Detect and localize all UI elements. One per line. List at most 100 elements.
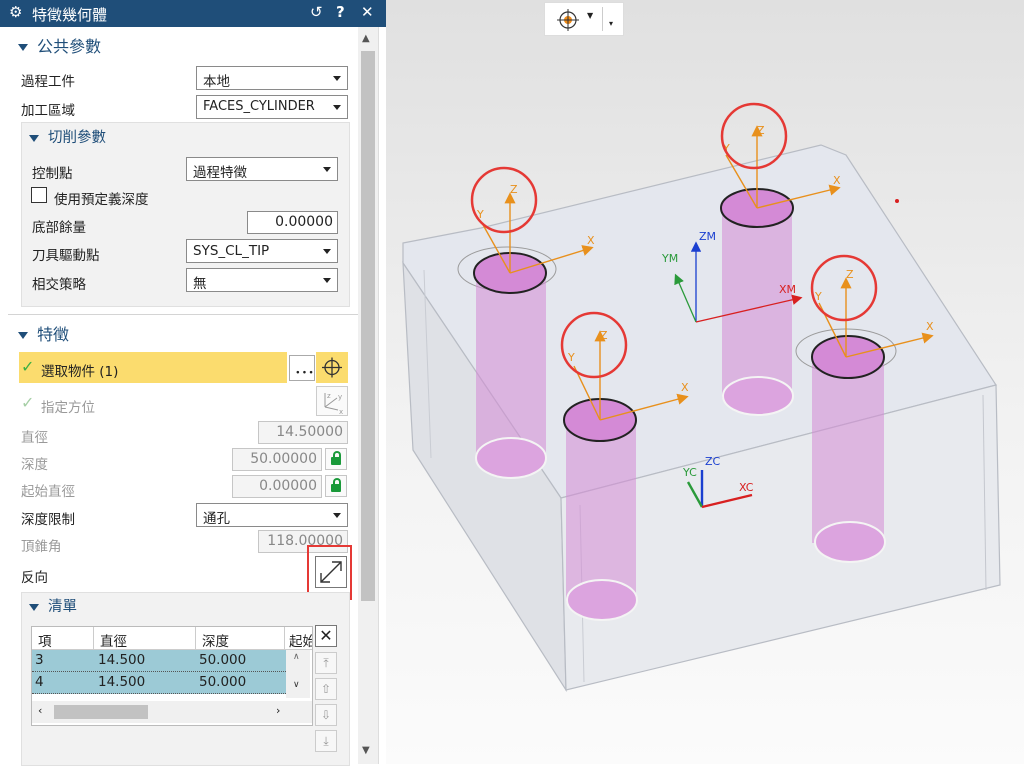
chevron-down-icon bbox=[323, 167, 331, 172]
start-diameter-input[interactable]: 0.00000 bbox=[232, 475, 322, 498]
feature-header[interactable]: 特徵 bbox=[18, 321, 69, 345]
move-bottom-icon: ⤓ bbox=[323, 734, 329, 748]
collapse-triangle-icon bbox=[29, 603, 39, 611]
svg-text:XM: XM bbox=[779, 283, 796, 296]
reverse-label: 反向 bbox=[21, 570, 48, 586]
control-point-select[interactable]: 過程特徵 bbox=[186, 157, 338, 181]
depth-input[interactable]: 50.00000 bbox=[232, 448, 322, 471]
chevron-down-icon bbox=[323, 249, 331, 254]
chevron-up-icon[interactable]: ∧ bbox=[293, 652, 300, 662]
hscroll-thumb[interactable] bbox=[54, 705, 148, 719]
column-header-depth[interactable]: 深度 bbox=[202, 630, 229, 650]
predefined-depth-checkbox[interactable] bbox=[31, 187, 47, 203]
scroll-down-icon[interactable]: ▼ bbox=[362, 745, 370, 756]
specify-orientation-label: 指定方位 bbox=[41, 400, 95, 416]
predefined-depth-label: 使用預定義深度 bbox=[54, 192, 149, 208]
panel-scrollbar[interactable]: ▲ ▼ bbox=[358, 27, 378, 764]
arrow-up-icon: ⇧ bbox=[320, 682, 332, 696]
chevron-right-icon[interactable]: › bbox=[276, 704, 280, 717]
column-header-start[interactable]: 起始 bbox=[289, 630, 312, 650]
svg-text:X: X bbox=[926, 320, 934, 333]
process-work-select[interactable]: 本地 bbox=[196, 66, 348, 90]
row-diameter-cell: 14.500 bbox=[98, 674, 146, 690]
arrow-down-icon: ⇩ bbox=[320, 708, 332, 722]
scrollbar-thumb[interactable] bbox=[361, 51, 375, 601]
column-divider bbox=[284, 627, 285, 649]
depth-limit-select[interactable]: 通孔 bbox=[196, 503, 348, 527]
svg-text:Z: Z bbox=[846, 268, 854, 281]
list-header[interactable]: 清單 bbox=[29, 595, 77, 616]
column-header-item[interactable]: 項 bbox=[38, 630, 52, 650]
reset-icon[interactable]: ↺ bbox=[310, 3, 323, 21]
intersection-strategy-label: 相交策略 bbox=[32, 277, 86, 293]
lock-icon bbox=[331, 478, 341, 492]
point-target-button[interactable] bbox=[316, 352, 348, 383]
tool-drive-point-select[interactable]: SYS_CL_TIP bbox=[186, 239, 338, 263]
graphics-viewport[interactable]: ▼ ▾ Z X Y Z X Y Z X Y Z X Y ZM YM XM ZC … bbox=[386, 0, 1024, 764]
move-top-button[interactable]: ⤒ bbox=[315, 652, 337, 674]
part-model-view: Z X Y Z X Y Z X Y Z X Y ZM YM XM ZC YC X… bbox=[402, 102, 1001, 693]
cutting-params-header[interactable]: 切削參數 bbox=[29, 126, 106, 147]
reverse-direction-button[interactable] bbox=[315, 556, 347, 588]
common-params-header[interactable]: 公共參數 bbox=[18, 33, 101, 57]
chevron-down-icon bbox=[333, 105, 341, 110]
hole-cylinder[interactable] bbox=[563, 398, 638, 621]
svg-text:Z: Z bbox=[757, 124, 765, 137]
svg-text:X: X bbox=[587, 234, 595, 247]
delete-row-button[interactable]: ✕ bbox=[315, 625, 337, 647]
start-diameter-lock-button[interactable] bbox=[325, 475, 347, 497]
tip-angle-label: 頂錐角 bbox=[21, 539, 62, 555]
chevron-down-icon bbox=[323, 278, 331, 283]
row-depth-cell: 50.000 bbox=[199, 652, 247, 668]
table-row[interactable] bbox=[32, 672, 286, 694]
floor-stock-input[interactable]: 0.00000 bbox=[247, 211, 338, 234]
row-item-cell: 4 bbox=[35, 674, 44, 690]
close-icon: ✕ bbox=[319, 626, 333, 645]
crosshair-icon bbox=[322, 357, 342, 378]
move-down-button[interactable]: ⇩ bbox=[315, 704, 337, 726]
collapse-triangle-icon bbox=[18, 44, 28, 51]
row-item-cell: 3 bbox=[35, 652, 44, 668]
chevron-left-icon[interactable]: ‹ bbox=[38, 704, 42, 717]
process-work-label: 過程工件 bbox=[21, 74, 75, 90]
gear-icon[interactable]: ⚙ bbox=[9, 3, 22, 21]
svg-text:ZM: ZM bbox=[699, 230, 716, 243]
svg-text:Z: Z bbox=[510, 183, 518, 196]
svg-text:X: X bbox=[833, 174, 841, 187]
start-diameter-label: 起始直徑 bbox=[21, 484, 75, 500]
row-diameter-cell: 14.500 bbox=[98, 652, 146, 668]
table-row[interactable] bbox=[32, 650, 286, 672]
svg-text:YM: YM bbox=[661, 252, 678, 265]
check-icon: ✓ bbox=[21, 393, 35, 412]
diameter-input[interactable]: 14.50000 bbox=[258, 421, 348, 444]
floor-stock-label: 底部餘量 bbox=[32, 220, 86, 236]
svg-text:y: y bbox=[338, 393, 342, 401]
machining-area-select[interactable]: FACES_CYLINDER bbox=[196, 95, 348, 119]
depth-limit-label: 深度限制 bbox=[21, 512, 75, 528]
diameter-label: 直徑 bbox=[21, 430, 48, 446]
move-up-button[interactable]: ⇧ bbox=[315, 678, 337, 700]
intersection-strategy-select[interactable]: 無 bbox=[186, 268, 338, 292]
select-object-label: 選取物件 (1) bbox=[41, 364, 119, 380]
csys-orientation-button[interactable]: z y x bbox=[316, 386, 348, 416]
chevron-down-icon[interactable]: ∨ bbox=[293, 680, 300, 690]
close-icon[interactable]: ✕ bbox=[361, 3, 374, 21]
table-hscroll[interactable]: ‹ › bbox=[32, 701, 312, 723]
dialog-title-bar: ⚙ 特徵幾何體 ↺ ? ✕ bbox=[0, 0, 386, 27]
help-icon[interactable]: ? bbox=[336, 3, 345, 21]
move-bottom-button[interactable]: ⤓ bbox=[315, 730, 337, 752]
svg-text:XC: XC bbox=[739, 481, 754, 494]
column-header-diameter[interactable]: 直徑 bbox=[100, 630, 127, 650]
depth-lock-button[interactable] bbox=[325, 448, 347, 470]
csys-icon: z y x bbox=[324, 392, 343, 416]
depth-label: 深度 bbox=[21, 457, 48, 473]
table-vscroll[interactable]: ∧ ∨ bbox=[286, 650, 310, 698]
svg-text:ZC: ZC bbox=[705, 455, 721, 468]
machining-area-label: 加工區域 bbox=[21, 103, 75, 119]
tool-drive-point-label: 刀具驅動點 bbox=[32, 248, 100, 264]
row-depth-cell: 50.000 bbox=[199, 674, 247, 690]
scroll-up-icon[interactable]: ▲ bbox=[362, 33, 370, 44]
select-dialog-button[interactable]: ∙∙∙ bbox=[289, 355, 315, 381]
svg-text:z: z bbox=[327, 392, 331, 400]
svg-text:YC: YC bbox=[682, 466, 697, 479]
